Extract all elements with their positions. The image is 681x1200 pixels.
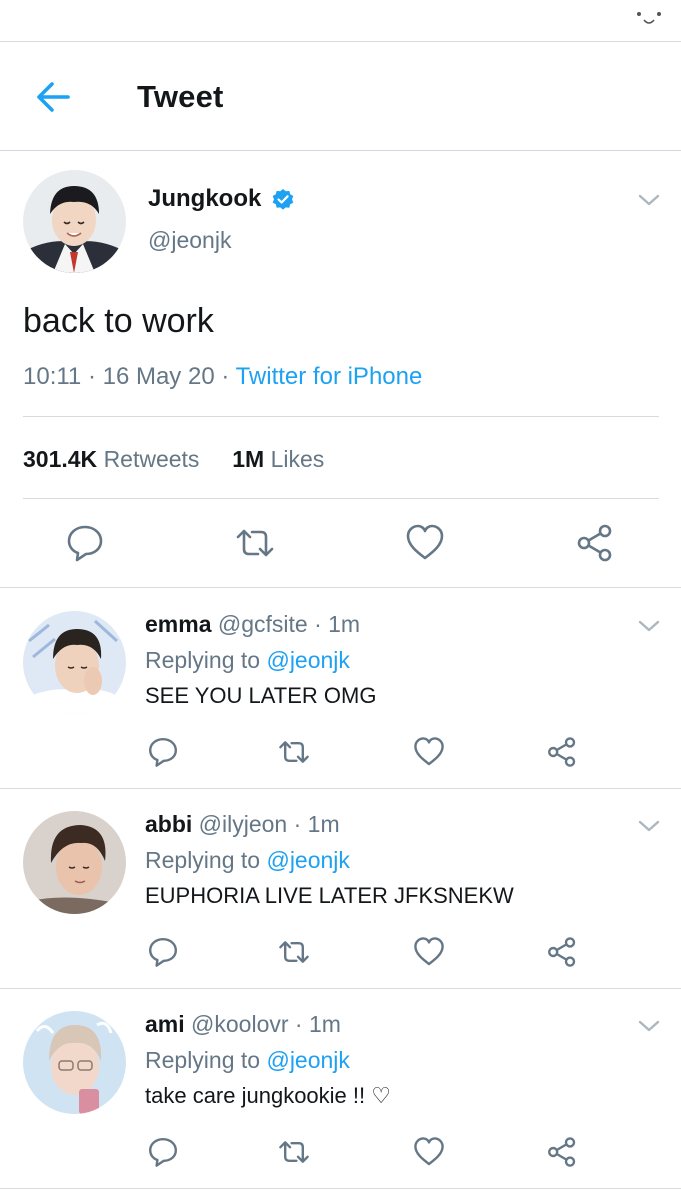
retweet-icon[interactable] [235, 523, 275, 563]
mention-link[interactable]: @jeonjk [266, 1047, 349, 1073]
tweet-text: back to work [23, 302, 214, 340]
share-icon[interactable] [546, 1136, 578, 1168]
share-icon[interactable] [546, 936, 578, 968]
avatar[interactable] [23, 1011, 126, 1114]
page-title: Tweet [137, 79, 224, 114]
reply-tweet[interactable]: emma @gcfsite · 1m Replying to @jeonjk S… [0, 589, 681, 789]
reply-author-meta[interactable]: @ilyjeon · 1m [199, 811, 340, 837]
verified-badge-icon [272, 189, 294, 210]
reply-author-name[interactable]: emma [145, 611, 211, 637]
chevron-down-icon[interactable] [638, 619, 660, 633]
heart-icon[interactable] [405, 523, 445, 563]
reply-header: emma @gcfsite · 1m [145, 611, 360, 638]
retweet-icon[interactable] [278, 936, 310, 968]
replying-to: Replying to @jeonjk [145, 647, 350, 673]
tweet-stats: 301.4K Retweets 1M Likes [23, 446, 324, 473]
reply-author-name[interactable]: ami [145, 1011, 185, 1037]
likes-stat[interactable]: 1M Likes [232, 446, 324, 472]
avatar[interactable] [23, 811, 126, 914]
reply-tweet[interactable]: ami @koolovr · 1m Replying to @jeonjk ta… [0, 989, 681, 1189]
reply-header: abbi @ilyjeon · 1m [145, 811, 340, 838]
replying-to: Replying to @jeonjk [145, 847, 350, 873]
reply-icon[interactable] [147, 1136, 179, 1168]
chevron-down-icon[interactable] [638, 193, 660, 207]
chevron-down-icon[interactable] [638, 1019, 660, 1033]
reply-text: SEE YOU LATER OMG [145, 683, 377, 708]
author-handle[interactable]: @jeonjk [148, 227, 231, 254]
heart-icon[interactable] [413, 936, 445, 968]
retweets-stat[interactable]: 301.4K Retweets [23, 446, 199, 472]
mention-link[interactable]: @jeonjk [266, 847, 349, 873]
divider [23, 416, 659, 417]
reply-icon[interactable] [147, 936, 179, 968]
reply-author-meta[interactable]: @gcfsite · 1m [218, 611, 360, 637]
replying-to: Replying to @jeonjk [145, 1047, 350, 1073]
status-bar [0, 0, 681, 42]
heart-icon[interactable] [413, 736, 445, 768]
mention-link[interactable]: @jeonjk [266, 647, 349, 673]
retweet-icon[interactable] [278, 736, 310, 768]
reply-author-name[interactable]: abbi [145, 811, 192, 837]
reply-icon[interactable] [65, 523, 105, 563]
retweet-icon[interactable] [278, 1136, 310, 1168]
top-bar: Tweet [0, 43, 681, 151]
reply-text: take care jungkookie !! ♡ [145, 1083, 391, 1108]
divider [23, 498, 659, 499]
tweet-timestamp: 10:11 · 16 May 20 · [23, 363, 230, 390]
reply-tweet[interactable]: abbi @ilyjeon · 1m Replying to @jeonjk E… [0, 789, 681, 989]
tweet-meta: 10:11 · 16 May 20 · Twitter for iPhone [23, 363, 422, 391]
status-indicator-icon [637, 12, 661, 24]
chevron-down-icon[interactable] [638, 819, 660, 833]
reply-header: ami @koolovr · 1m [145, 1011, 341, 1038]
tweet-source-link[interactable]: Twitter for iPhone [236, 363, 423, 390]
main-tweet: Jungkook @jeonjk back to work 10:11 · 16… [0, 152, 681, 588]
reply-author-meta[interactable]: @koolovr · 1m [191, 1011, 341, 1037]
arrow-left-icon[interactable] [34, 79, 74, 115]
heart-icon[interactable] [413, 1136, 445, 1168]
author-name[interactable]: Jungkook [148, 185, 261, 213]
reply-text: EUPHORIA LIVE LATER JFKSNEKW [145, 883, 514, 908]
share-icon[interactable] [575, 523, 615, 563]
share-icon[interactable] [546, 736, 578, 768]
avatar[interactable] [23, 611, 126, 714]
reply-icon[interactable] [147, 736, 179, 768]
avatar[interactable] [23, 170, 126, 273]
